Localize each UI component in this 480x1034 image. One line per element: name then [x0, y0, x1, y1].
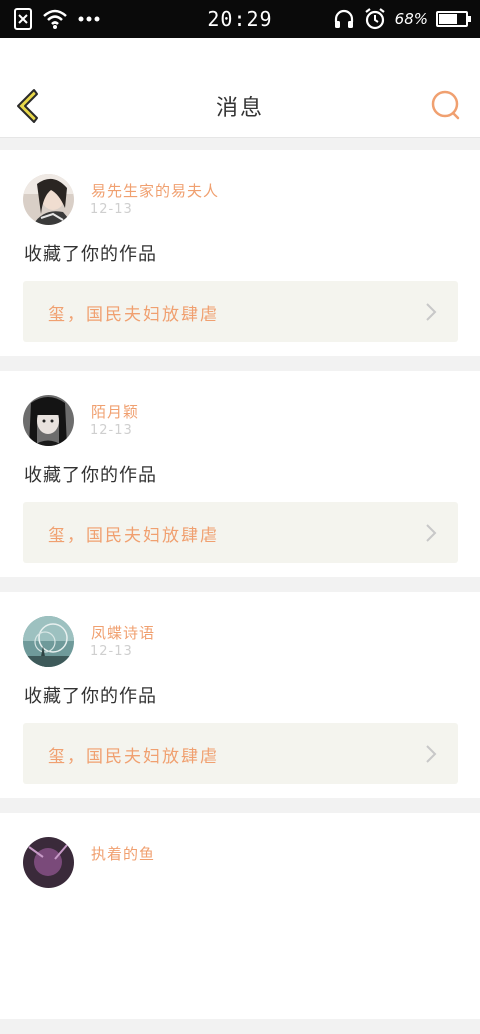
battery-level-fill: [439, 14, 457, 24]
battery-percent: 68%: [394, 10, 428, 28]
action-text: 收藏了你的作品: [24, 686, 157, 707]
chevron-right-icon: [426, 303, 437, 321]
chevron-right-icon: [426, 745, 437, 763]
message-date: 12-13: [90, 644, 133, 659]
message-card[interactable]: 陌月颖 12-13 收藏了你的作品 玺，国民夫妇放肆虐: [0, 371, 480, 577]
page-title: 消息: [215, 96, 264, 121]
action-text: 收藏了你的作品: [24, 465, 157, 486]
message-date: 12-13: [90, 202, 133, 217]
avatar[interactable]: [23, 395, 74, 446]
message-list: 易先生家的易夫人 12-13 收藏了你的作品 玺，国民夫妇放肆虐 陌月颖 12-…: [0, 150, 480, 1034]
work-title: 玺，国民夫妇放肆虐: [48, 305, 219, 325]
avatar[interactable]: [23, 174, 74, 225]
message-card[interactable]: 执着的鱼: [0, 813, 480, 1019]
avatar[interactable]: [23, 837, 74, 888]
alarm-icon: [364, 8, 385, 30]
work-link[interactable]: 玺，国民夫妇放肆虐: [23, 502, 458, 563]
chevron-right-icon: [426, 524, 437, 542]
work-title: 玺，国民夫妇放肆虐: [48, 526, 219, 546]
work-title: 玺，国民夫妇放肆虐: [48, 747, 219, 767]
username[interactable]: 易先生家的易夫人: [91, 180, 219, 201]
battery-icon: [436, 11, 471, 27]
work-link[interactable]: 玺，国民夫妇放肆虐: [23, 723, 458, 784]
app-header: 消息: [0, 38, 480, 138]
work-link[interactable]: 玺，国民夫妇放肆虐: [23, 281, 458, 342]
status-bar: 20:29 68%: [0, 0, 480, 38]
message-card[interactable]: 易先生家的易夫人 12-13 收藏了你的作品 玺，国民夫妇放肆虐: [0, 150, 480, 356]
username[interactable]: 陌月颖: [91, 401, 139, 422]
action-text: 收藏了你的作品: [24, 244, 157, 265]
headphones-icon: [334, 9, 353, 28]
username[interactable]: 凤蝶诗语: [91, 622, 155, 643]
message-date: 12-13: [90, 423, 133, 438]
avatar[interactable]: [23, 616, 74, 667]
message-card[interactable]: 凤蝶诗语 12-13 收藏了你的作品 玺，国民夫妇放肆虐: [0, 592, 480, 798]
status-right-icons: 68%: [333, 0, 471, 38]
search-icon[interactable]: [430, 89, 462, 121]
